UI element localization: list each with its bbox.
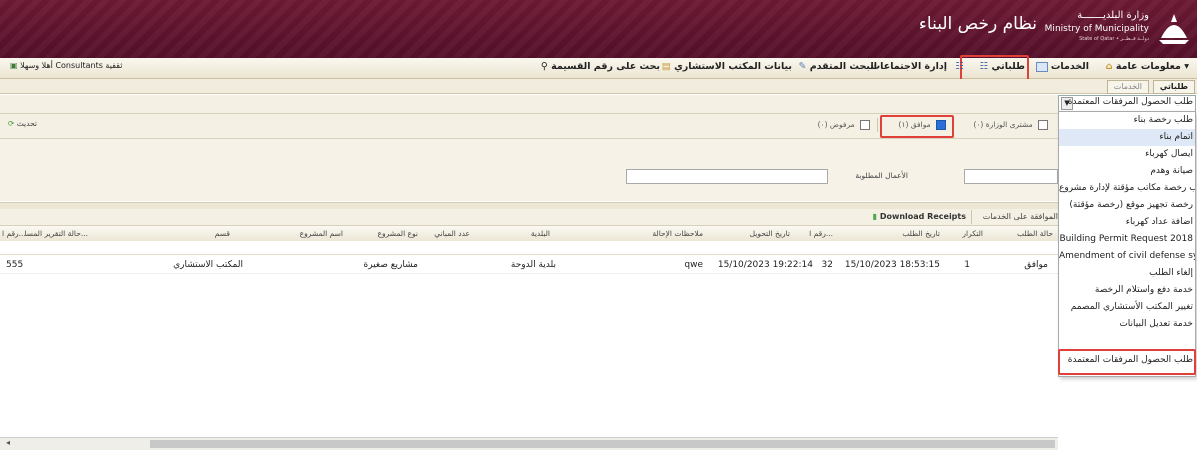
col-request-date[interactable]: تاريخ الطلب — [902, 229, 940, 238]
checkbox-rejected[interactable]: مرفوض (٠) — [818, 120, 870, 130]
cell-municipality: بلدية الدوحة — [510, 260, 556, 270]
tab-services[interactable]: الخدمات — [1106, 80, 1149, 94]
menu-consultant-data[interactable]: ▤ بيانات المكتب الاستشاري — [662, 61, 792, 72]
col-transfer-date[interactable]: تاريخ التحويل — [750, 229, 790, 238]
dropdown-option[interactable]: طلب رخصة مكاتب مؤقتة لإدارة مشروع — [1059, 180, 1195, 197]
home-icon: ⌂ — [1105, 61, 1113, 72]
tab-bar: طلباتي الخدمات — [0, 79, 1197, 94]
dropdown-option[interactable]: صيانة وهدم — [1059, 163, 1195, 180]
col-department[interactable]: قسم — [215, 229, 230, 238]
services-icon — [1035, 61, 1048, 72]
col-project-name[interactable]: اسم المشروع — [300, 229, 343, 238]
col-num[interactable]: رقم ا... — [809, 229, 833, 238]
location-pin-icon: ⚲ — [540, 61, 548, 72]
dropdown-option[interactable]: إلغاء الطلب — [1059, 265, 1195, 282]
cell-status: موافق — [1024, 260, 1048, 270]
approve-services-button[interactable]: الموافقة على الخدمات — [983, 212, 1058, 221]
required-works-label: الأعمال المطلوبة — [855, 171, 908, 180]
system-title: نظام رخص البناء — [918, 14, 1037, 34]
required-works-input[interactable] — [626, 169, 828, 184]
refresh-icon: ⟳ — [8, 119, 15, 128]
cell-request-date: 15/10/2023 18:53:15 — [844, 260, 940, 270]
logo-arabic-text: وزارة البلديـــــــة — [1077, 10, 1149, 21]
table-row[interactable]: موافق 1 15/10/2023 18:53:15 32 15/10/202… — [0, 257, 1058, 274]
list-icon: ☷ — [955, 61, 964, 72]
dropdown-option[interactable]: خدمة دفع واستلام الرخصة — [1059, 282, 1195, 299]
cell-plot-num: 555 — [6, 260, 24, 270]
main-menu-bar: ⌂ معلومات عامة ▾ الخدمات ☷ طلباتي ☷ إدار… — [0, 55, 1197, 85]
consultant-icon: ▤ — [661, 61, 671, 72]
dropdown-option[interactable]: تغيير المكتب الأستشاري المصمم — [1059, 299, 1195, 316]
cell-department: المكتب الاستشاري — [173, 260, 243, 270]
grid-action-bar: الموافقة على الخدمات ▮ Download Receipts — [0, 209, 1058, 226]
separator — [971, 210, 972, 224]
grid-filter-row[interactable] — [0, 241, 1058, 255]
dropdown-option[interactable]: طلب رخصة بناء — [1059, 112, 1195, 129]
filter-input-right[interactable] — [964, 169, 1058, 184]
col-buildings[interactable]: عدد المباني — [434, 229, 470, 238]
dropdown-option[interactable]: اضافة عداد كهرباء — [1059, 214, 1195, 231]
menu-general-info[interactable]: ⌂ معلومات عامة ▾ — [1106, 61, 1189, 72]
ministry-emblem-icon — [1159, 14, 1189, 44]
checkbox-ministry-review[interactable]: مشترى الوزارة (٠) — [973, 120, 1048, 130]
col-transfer-notes[interactable]: ملاحظات الإحالة — [652, 229, 703, 238]
highlight-selected-option — [1058, 349, 1196, 375]
logo-english-text: Ministry of Municipality — [1044, 24, 1149, 34]
menu-advanced-search[interactable]: ✎ البحث المتقدم — [798, 61, 877, 72]
scrollbar-thumb[interactable] — [150, 440, 1055, 448]
status-filter-toolbar: مشترى الوزارة (٠) موافق (١) مرفوض (٠) ⟳ … — [0, 114, 1058, 139]
checkbox-box[interactable] — [860, 120, 870, 130]
download-receipts-button[interactable]: ▮ Download Receipts — [873, 212, 966, 221]
menu-services[interactable]: الخدمات — [1033, 61, 1089, 72]
dropdown-option[interactable]: Building Permit Request 2018 — [1059, 231, 1195, 248]
toolbar-top — [0, 95, 1058, 114]
user-welcome[interactable]: ▣ أهلا وسهلا Consultants ثقفية — [10, 61, 122, 70]
app-header: نظام رخص البناء وزارة البلديـــــــة Min… — [0, 0, 1197, 58]
cell-transfer-notes: qwe — [684, 260, 703, 270]
search-doc-icon: ✎ — [798, 61, 807, 72]
cell-num: 32 — [821, 260, 833, 270]
menu-extra-icon[interactable]: ☷ — [955, 61, 964, 72]
service-type-select[interactable]: ▼ طلب الحصول المرفقات المعتمدة — [1058, 95, 1196, 112]
checkbox-box[interactable] — [1038, 120, 1048, 130]
highlight-approved — [880, 115, 954, 138]
grid-header: حالة الطلب التكرار تاريخ الطلب رقم ا... … — [0, 226, 1058, 242]
cell-project-type: مشاريع صغيرة — [363, 260, 418, 270]
dropdown-option[interactable]: ايصال كهرباء — [1059, 146, 1195, 163]
tab-my-requests[interactable]: طلباتي — [1152, 80, 1195, 94]
filter-panel: الأعمال المطلوبة — [0, 139, 1058, 201]
horizontal-scrollbar[interactable]: ◂ — [0, 437, 1058, 450]
menu-meetings-admin[interactable]: إدارة الاجتماعات — [871, 61, 947, 72]
refresh-button[interactable]: ⟳ تحديث — [8, 119, 37, 128]
dropdown-option[interactable]: اتمام بناء — [1059, 129, 1195, 146]
col-municipality[interactable]: البلدية — [531, 229, 550, 238]
separator — [877, 118, 878, 132]
col-report-status[interactable]: حالة التقرير المسا... — [24, 229, 88, 238]
col-request-status[interactable]: حالة الطلب — [1017, 229, 1053, 238]
service-type-dropdown-list: طلب رخصة بناء اتمام بناء ايصال كهرباء صي… — [1058, 111, 1196, 377]
ministry-logo: وزارة البلديـــــــة Ministry of Municip… — [1041, 8, 1191, 48]
dropdown-option[interactable]: رخصة تجهيز موقع (رخصة مؤقتة) — [1059, 197, 1195, 214]
col-plot-num[interactable]: رقم ا... — [2, 229, 26, 238]
dropdown-option[interactable]: خدمة تعديل البيانات — [1059, 316, 1195, 333]
menu-search-by-plot[interactable]: ⚲ بحث على رقم القسيمة — [541, 61, 660, 72]
scroll-left-arrow-icon[interactable]: ◂ — [6, 438, 10, 447]
user-icon: ▣ — [10, 61, 18, 70]
dropdown-option[interactable]: Amendment of civil defense syste... — [1059, 248, 1195, 265]
select-selected-value: طلب الحصول المرفقات المعتمدة — [1067, 97, 1193, 107]
cell-transfer-date: 15/10/2023 19:22:14 — [717, 260, 813, 270]
logo-state-text: State of Qatar • دولــة قــطــر — [1079, 36, 1149, 42]
col-project-type[interactable]: نوع المشروع — [378, 229, 418, 238]
col-repeat[interactable]: التكرار — [962, 229, 983, 238]
cell-repeat: 1 — [964, 260, 970, 270]
download-icon: ▮ — [872, 212, 878, 221]
